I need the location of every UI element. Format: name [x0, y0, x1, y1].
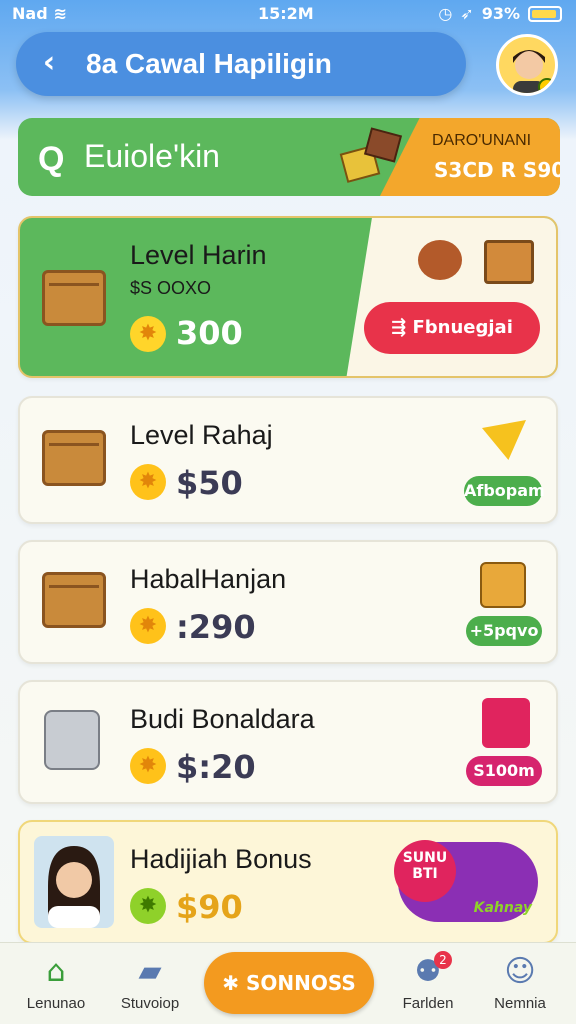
pot-icon — [418, 240, 462, 280]
nav-label: Nemnia — [494, 995, 546, 1012]
bag-icon — [480, 562, 526, 608]
gift-icon: ✱ — [222, 971, 246, 995]
star-icon: ✸ — [130, 748, 166, 784]
wifi-icon: ≋ — [53, 4, 68, 23]
header-bar: ‹ 8a Cawal Hapiligin — [16, 32, 466, 96]
search-text: Euiole'kin — [84, 138, 220, 174]
reward-card[interactable]: Budi Bonaldara ✸ $:20 S100m — [18, 680, 558, 804]
profile-icon: ☺ — [504, 954, 536, 989]
card-action-pill[interactable]: S100m — [466, 756, 542, 786]
claim-button[interactable]: ⇶ Fbnuegjai — [364, 302, 540, 354]
cheese-icon — [482, 420, 526, 460]
bonus-line-1: SUNU — [402, 850, 448, 866]
star-icon: ✸ — [130, 608, 166, 644]
friends-icon: ⚉ — [414, 954, 442, 989]
bonus-card[interactable]: Hadijiah Bonus ✸ $90 SUNU BTI Kahnay — [18, 820, 558, 944]
mixer-icon — [44, 710, 100, 770]
featured-card[interactable]: Level Harin $S OOXO ✸ 300 ⇶ Fbnuegjai — [18, 216, 558, 378]
search-bar[interactable]: Q Euiole'kin DARO'UNANI S3CD R S900 — [18, 118, 560, 196]
user-avatar[interactable] — [496, 34, 558, 96]
promo-line-2: S3CD R S900 — [434, 158, 560, 182]
card-price: :290 — [176, 608, 256, 646]
bonus-button-label: SONNOSS — [245, 971, 356, 995]
bonus-button[interactable]: ✱ SONNOSS — [204, 952, 374, 1014]
star-icon: ✸ — [130, 888, 166, 924]
reward-card[interactable]: Level Rahaj ✸ $50 Afbopam — [18, 396, 558, 524]
card-subtitle: $S OOXO — [130, 278, 212, 298]
card-action-pill[interactable]: +5pqvo — [466, 616, 542, 646]
bonus-line-2: BTI — [412, 866, 438, 882]
card-price: $:20 — [176, 748, 256, 786]
clock: 15:2M — [258, 4, 314, 23]
bonus-tag: Kahnay — [473, 900, 532, 916]
alarm-icon: ◷ — [438, 4, 453, 23]
location-icon: ➶ — [460, 4, 474, 23]
avatar-photo — [34, 836, 114, 928]
nav-label: Farlden — [402, 995, 454, 1012]
arrow-icon: ⇶ — [391, 317, 413, 338]
treasure-chest-icon — [42, 572, 106, 628]
card-price: $50 — [176, 464, 243, 502]
claim-button-label: Fbnuegjai — [412, 317, 513, 338]
gift-bag-icon — [482, 698, 530, 748]
notification-badge: 2 — [434, 951, 452, 969]
card-title: HabalHanjan — [130, 564, 287, 594]
card-title: Hadijiah Bonus — [130, 844, 312, 874]
card-price: 300 — [176, 314, 243, 352]
star-icon: ✸ — [130, 464, 166, 500]
card-title: Level Rahaj — [130, 420, 273, 450]
nav-item-chat[interactable]: ▰ Stuvoiop — [100, 954, 200, 1013]
card-title: Budi Bonaldara — [130, 704, 315, 734]
carrier-label: Nad — [12, 4, 48, 23]
battery-percent: 93% — [481, 4, 520, 23]
star-icon: ✸ — [130, 316, 166, 352]
nav-label: Lenunao — [26, 995, 86, 1012]
battery-icon — [528, 5, 562, 22]
nav-label: Stuvoiop — [120, 995, 180, 1012]
back-button[interactable]: ‹ — [32, 46, 66, 80]
bonus-circle: SUNU BTI — [394, 840, 456, 902]
nav-item-profile[interactable]: ☺ Nemnia — [470, 954, 570, 1013]
status-bar: Nad ≋ 15:2M ◷ ➶ 93% — [0, 0, 576, 28]
promo-line-1: DARO'UNANI — [432, 132, 532, 149]
fruit-crate-icon — [42, 430, 106, 486]
page-title: 8a Cawal Hapiligin — [86, 48, 332, 79]
nav-item-home[interactable]: ⌂ Lenunao — [6, 954, 106, 1013]
card-title: Level Harin — [130, 240, 267, 270]
chat-icon: ▰ — [138, 954, 162, 989]
home-icon: ⌂ — [46, 954, 66, 989]
crate-icon — [42, 270, 106, 326]
gift-icon — [484, 240, 534, 284]
reward-card[interactable]: HabalHanjan ✸ :290 +5pqvo — [18, 540, 558, 664]
search-icon: Q — [38, 140, 65, 178]
nav-item-friends[interactable]: ⚉ 2 Farlden — [378, 951, 478, 1012]
card-price: $90 — [176, 888, 243, 926]
card-action-pill[interactable]: Afbopam — [464, 476, 545, 506]
gift-box-icon — [339, 127, 403, 183]
